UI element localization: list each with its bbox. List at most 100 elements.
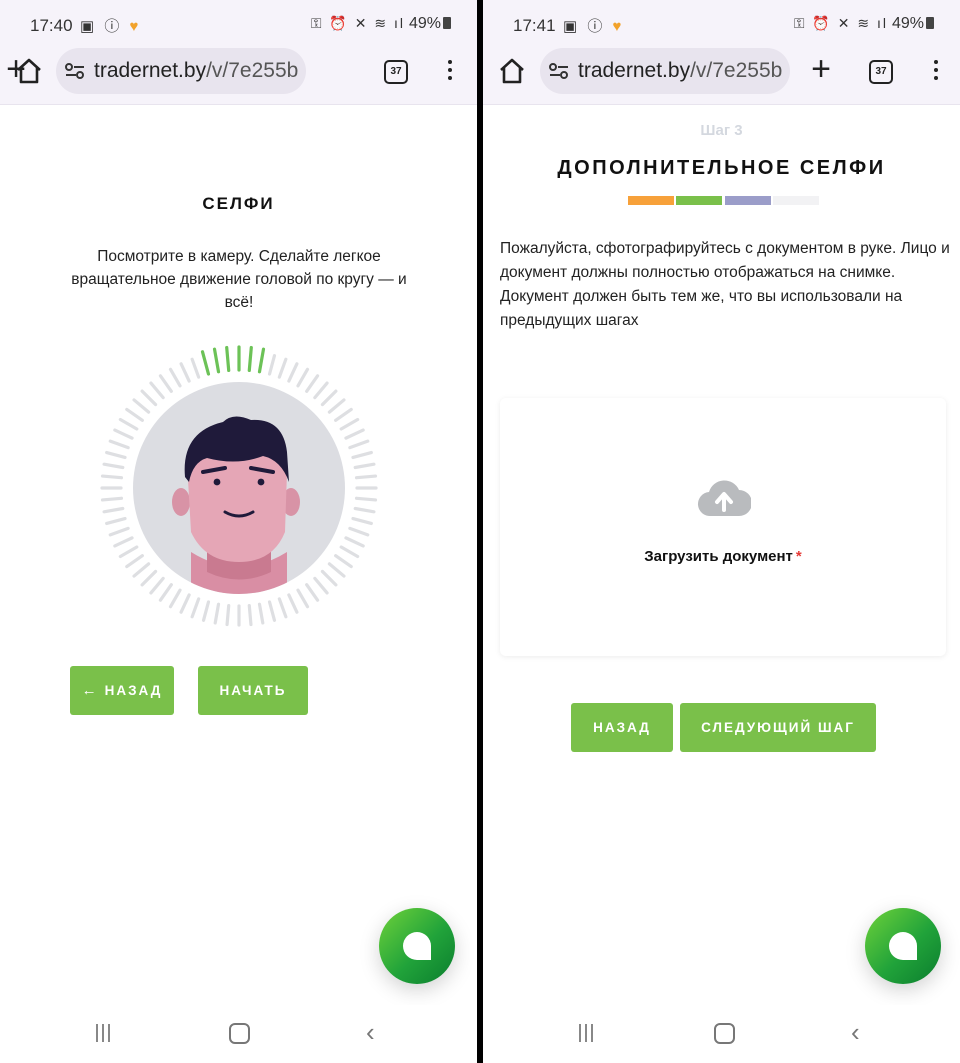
ring-tick bbox=[140, 569, 158, 587]
ring-tick bbox=[132, 562, 151, 578]
android-navbar: ‹ bbox=[0, 1005, 477, 1063]
url-path: /v/7e255b bbox=[690, 59, 783, 82]
chat-icon bbox=[889, 932, 917, 960]
ring-tick bbox=[305, 374, 320, 393]
tabs-icon[interactable]: 37 bbox=[384, 60, 408, 84]
ring-tick bbox=[102, 506, 125, 514]
progress-step-4 bbox=[773, 196, 819, 205]
page-description: Посмотрите в камеру. Сделайте легкое вра… bbox=[71, 248, 407, 311]
upload-dropzone[interactable]: Загрузить документ * bbox=[500, 398, 946, 656]
ring-tick bbox=[118, 417, 139, 431]
back-button-label: НАЗАД bbox=[104, 683, 163, 698]
url-domain: tradernet.by bbox=[94, 59, 207, 82]
ring-tick bbox=[168, 367, 182, 388]
start-button[interactable]: НАЧАТЬ bbox=[198, 666, 308, 715]
ring-tick-done bbox=[200, 350, 211, 376]
battery-text: 49% bbox=[408, 15, 441, 32]
upload-label: Загрузить документ * bbox=[500, 548, 946, 565]
ring-tick bbox=[149, 381, 165, 400]
notification-icons: ▣ ⓘ ♥ bbox=[80, 18, 142, 35]
menu-icon[interactable] bbox=[447, 60, 453, 82]
url-path: /v/7e255b bbox=[206, 59, 299, 82]
ring-tick bbox=[351, 516, 373, 526]
chat-button[interactable] bbox=[865, 908, 941, 984]
ring-tick-done bbox=[212, 347, 221, 374]
page-title: ДОПОЛНИТЕЛЬНОЕ СЕЛФИ bbox=[557, 157, 886, 179]
back-button[interactable]: НАЗАД bbox=[571, 703, 673, 752]
plus-icon[interactable]: + bbox=[805, 52, 837, 86]
next-step-button[interactable]: СЛЕДУЮЩИЙ ШАГ bbox=[680, 703, 876, 752]
ring-tick bbox=[267, 354, 277, 376]
ring-tick bbox=[353, 462, 376, 470]
ring-tick bbox=[353, 506, 376, 514]
progress-step-2 bbox=[676, 196, 722, 205]
status-time: 17:41 bbox=[513, 16, 556, 35]
ring-tick-done bbox=[257, 347, 266, 374]
left-screen: 17:40 ▣ ⓘ ♥ ⚿ ⏰ ✕ ≋ ıl 49% tradernet.by/v… bbox=[0, 0, 477, 1063]
ring-tick-done bbox=[247, 345, 253, 373]
system-status: ⚿ ⏰ ✕ ≋ ıl 49% bbox=[311, 15, 451, 33]
nav-back-icon[interactable]: ‹ bbox=[366, 1017, 375, 1048]
ring-tick bbox=[267, 600, 277, 622]
back-button[interactable]: ← НАЗАД bbox=[70, 666, 174, 715]
ring-tick bbox=[105, 516, 127, 526]
ring-tick bbox=[132, 398, 151, 414]
required-mark: * bbox=[795, 548, 802, 565]
cloud-upload-icon bbox=[698, 480, 751, 517]
ring-tick bbox=[179, 362, 191, 383]
battery-icon bbox=[926, 17, 934, 29]
address-bar[interactable]: tradernet.by/v/7e255b bbox=[56, 48, 306, 94]
system-icons: ⚿ ⏰ ✕ ≋ ıl bbox=[793, 15, 888, 31]
ring-tick bbox=[351, 450, 373, 460]
status-bar: 17:40 ▣ ⓘ ♥ ⚿ ⏰ ✕ ≋ ıl 49% bbox=[0, 0, 477, 48]
ring-tick bbox=[287, 362, 299, 383]
ring-tick bbox=[213, 602, 221, 625]
ring-tick bbox=[277, 597, 288, 619]
tune-icon[interactable] bbox=[64, 62, 86, 80]
home-icon[interactable] bbox=[497, 56, 527, 86]
ring-tick bbox=[320, 389, 338, 407]
recents-icon[interactable] bbox=[579, 1024, 597, 1042]
chat-icon bbox=[403, 932, 431, 960]
battery-icon bbox=[443, 17, 451, 29]
ring-tick bbox=[100, 496, 124, 502]
nav-back-icon[interactable]: ‹ bbox=[851, 1017, 860, 1048]
ring-tick bbox=[100, 474, 124, 480]
browser-chrome: 17:40 ▣ ⓘ ♥ ⚿ ⏰ ✕ ≋ ıl 49% tradernet.by/v… bbox=[0, 0, 477, 105]
ring-tick bbox=[320, 569, 338, 587]
ring-tick bbox=[354, 474, 378, 480]
system-icons: ⚿ ⏰ ✕ ≋ ıl bbox=[310, 15, 405, 31]
plus-icon[interactable]: + bbox=[0, 52, 32, 86]
ring-tick bbox=[105, 450, 127, 460]
tune-icon[interactable] bbox=[548, 62, 570, 80]
ring-tick bbox=[334, 407, 353, 422]
chat-button[interactable] bbox=[379, 908, 455, 984]
ring-tick bbox=[348, 439, 370, 450]
ring-tick bbox=[313, 576, 329, 595]
url-text: tradernet.by/v/7e255b bbox=[94, 59, 298, 83]
step-label: Шаг 3 bbox=[700, 122, 743, 139]
nav-home-icon[interactable] bbox=[714, 1023, 735, 1044]
ring-tick bbox=[113, 536, 134, 548]
ring-tick bbox=[113, 428, 134, 440]
ring-tick bbox=[344, 536, 365, 548]
battery-text: 49% bbox=[891, 15, 924, 32]
ring-tick bbox=[225, 603, 231, 627]
ring-tick bbox=[125, 407, 144, 422]
menu-icon[interactable] bbox=[933, 60, 939, 82]
ring-tick bbox=[277, 357, 288, 379]
address-bar[interactable]: tradernet.by/v/7e255b bbox=[540, 48, 790, 94]
notification-icons: ▣ ⓘ ♥ bbox=[563, 18, 625, 35]
ring-tick bbox=[158, 583, 173, 602]
page-description: Пожалуйста, сфотографируйтесь с документ… bbox=[500, 240, 950, 329]
nav-home-icon[interactable] bbox=[229, 1023, 250, 1044]
tabs-icon[interactable]: 37 bbox=[869, 60, 893, 84]
recents-icon[interactable] bbox=[96, 1024, 114, 1042]
url-text: tradernet.by/v/7e255b bbox=[578, 59, 782, 83]
avatar-illustration bbox=[133, 382, 345, 594]
ring-tick bbox=[348, 526, 370, 537]
ring-tick bbox=[327, 398, 346, 414]
ring-tick bbox=[179, 593, 191, 614]
ring-tick bbox=[140, 389, 158, 407]
ring-tick bbox=[305, 583, 320, 602]
